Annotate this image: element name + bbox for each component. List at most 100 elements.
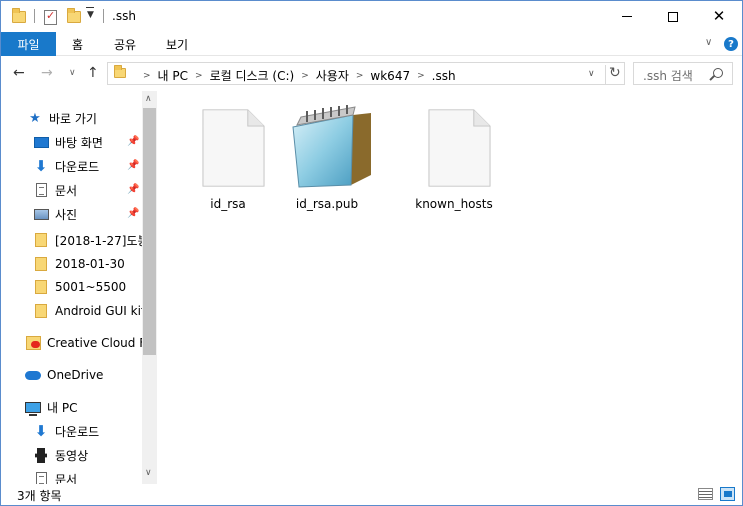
breadcrumb-local-disk[interactable]: 로컬 디스크 (C:) [210,67,295,84]
ribbon-tabs: 파일 홈 공유 보기 ∨ ? [1,32,742,56]
sidebar-item-folder-dobong[interactable]: [2018-1-27]도봉 [33,230,149,250]
recent-locations-chevron-icon[interactable]: ∨ [69,69,76,78]
tab-file[interactable]: 파일 [1,32,56,56]
sidebar-item-folder-5001-5500[interactable]: 5001~5500 [33,277,126,297]
sidebar-item-desktop[interactable]: 바탕 화면 [33,132,103,152]
tab-share[interactable]: 공유 [114,32,136,56]
blank-file-icon [428,108,491,188]
sidebar-item-label: [2018-1-27]도봉 [55,233,149,248]
sidebar-item-folder-2018-01-30[interactable]: 2018-01-30 [33,254,125,274]
tab-view[interactable]: 보기 [166,32,188,56]
search-input[interactable]: .ssh 검색 [633,62,733,85]
file-item-id-rsa-pub[interactable]: id_rsa.pub [279,103,375,213]
chevron-right-icon[interactable]: > [143,71,151,81]
close-icon: ✕ [712,7,726,25]
sidebar-item-documents[interactable]: 문서 [33,180,77,200]
chevron-right-icon[interactable]: > [356,71,364,81]
file-item-known-hosts[interactable]: known_hosts [406,103,502,213]
help-icon[interactable]: ? [724,37,738,51]
maximize-icon [668,11,678,22]
breadcrumb-users[interactable]: 사용자 [316,67,349,84]
pin-icon[interactable]: 📌 [127,160,139,171]
sidebar-item-pictures[interactable]: 사진 [33,204,77,224]
tab-home[interactable]: 홈 [72,32,83,56]
scrollbar-thumb[interactable] [143,108,156,355]
explorer-window: ▼ .ssh ✕ 파일 홈 공유 보기 ∨ ? ← → ∨ ↑ > 내 PC >… [0,0,743,506]
properties-icon[interactable] [44,8,57,26]
document-icon [33,471,49,484]
new-folder-icon[interactable] [67,8,81,26]
file-list: id_rsa id_rsa.pub known_hosts [157,91,742,484]
pin-icon[interactable]: 📌 [127,208,139,219]
sidebar-item-quick-access[interactable]: ★ 바로 가기 [27,108,97,128]
window-title: .ssh [112,9,136,23]
customize-toolbar-chevron-icon[interactable]: ▼ [86,7,94,20]
search-icon[interactable] [713,68,723,78]
back-arrow-icon[interactable]: ← [13,66,25,80]
creative-cloud-icon [25,335,41,351]
file-name: known_hosts [415,197,493,211]
file-name: id_rsa.pub [295,197,359,211]
folder-icon [33,279,49,295]
folder-icon [33,303,49,319]
breadcrumb-this-pc[interactable]: 내 PC [158,67,188,84]
sidebar-item-onedrive[interactable]: OneDrive [25,365,103,385]
folder-icon [33,256,49,272]
document-icon [33,182,49,198]
sidebar-item-label: 다운로드 [55,159,100,174]
maximize-button[interactable] [650,1,696,32]
folder-icon [33,232,49,248]
sidebar-item-this-pc[interactable]: 내 PC [25,397,77,417]
breadcrumb-wk647[interactable]: wk647 [370,69,410,83]
desktop-icon [33,134,49,150]
scroll-down-arrow-icon[interactable]: ∨ [145,468,152,478]
sidebar-item-label: 5001~5500 [55,280,127,294]
sidebar-item-downloads[interactable]: ⬇ 다운로드 [33,156,99,176]
expand-ribbon-chevron-icon[interactable]: ∨ [705,37,712,48]
refresh-icon[interactable]: ↻ [605,65,621,84]
breadcrumb-ssh[interactable]: .ssh [432,69,456,83]
sidebar-item-label: 2018-01-30 [55,257,125,271]
star-icon: ★ [29,110,41,126]
title-separator [103,9,104,23]
sidebar-item-label: 사진 [55,207,78,222]
chevron-right-icon[interactable]: > [417,71,425,81]
forward-arrow-icon[interactable]: → [41,66,53,80]
details-view-icon[interactable] [698,488,713,500]
sidebar-item-pc-documents[interactable]: 문서 [33,469,77,484]
sidebar-item-pc-videos[interactable]: 동영상 [33,445,88,465]
close-button[interactable]: ✕ [696,1,742,32]
sidebar-item-label: 문서 [55,183,78,198]
address-row: ← → ∨ ↑ > 내 PC > 로컬 디스크 (C:) > 사용자 > wk6… [1,57,742,91]
quick-access-separator [34,9,35,23]
breadcrumb: > 내 PC > 로컬 디스크 (C:) > 사용자 > wk647 > .ss… [136,67,456,84]
download-icon: ⬇ [34,422,48,440]
sidebar-item-label: 다운로드 [55,424,100,439]
file-item-id-rsa[interactable]: id_rsa [180,103,276,213]
sidebar-item-label: Creative Cloud Fil [47,336,152,350]
nav-pane-scrollbar[interactable]: ∧ ∨ [142,91,157,484]
address-history-chevron-icon[interactable]: ∨ [588,69,595,79]
sidebar-item-folder-android-gui-kit[interactable]: Android GUI kit [33,301,146,321]
up-arrow-icon[interactable]: ↑ [87,66,99,80]
window-folder-icon [12,8,26,26]
sidebar-item-pc-downloads[interactable]: ⬇ 다운로드 [33,421,99,441]
scroll-up-arrow-icon[interactable]: ∧ [145,94,152,104]
search-placeholder: .ssh 검색 [643,69,693,83]
item-count: 3개 항목 [17,489,62,503]
address-bar[interactable]: > 내 PC > 로컬 디스크 (C:) > 사용자 > wk647 > .ss… [107,62,625,85]
cloud-icon [25,367,41,383]
sidebar-item-label: 문서 [55,472,78,485]
blank-file-icon [202,108,265,188]
chevron-right-icon[interactable]: > [195,71,203,81]
computer-icon [25,399,41,416]
pin-icon[interactable]: 📌 [127,136,139,147]
pin-icon[interactable]: 📌 [127,184,139,195]
download-icon: ⬇ [34,157,48,175]
file-name: id_rsa [210,197,246,211]
minimize-button[interactable] [604,1,650,32]
large-icons-view-icon[interactable] [720,487,735,501]
navigation-pane: ★ 바로 가기 바탕 화면 📌 ⬇ 다운로드 📌 문서 📌 사진 📌 [2018… [1,91,157,484]
chevron-right-icon[interactable]: > [301,71,309,81]
sidebar-item-creative-cloud[interactable]: Creative Cloud Fil [25,333,152,353]
